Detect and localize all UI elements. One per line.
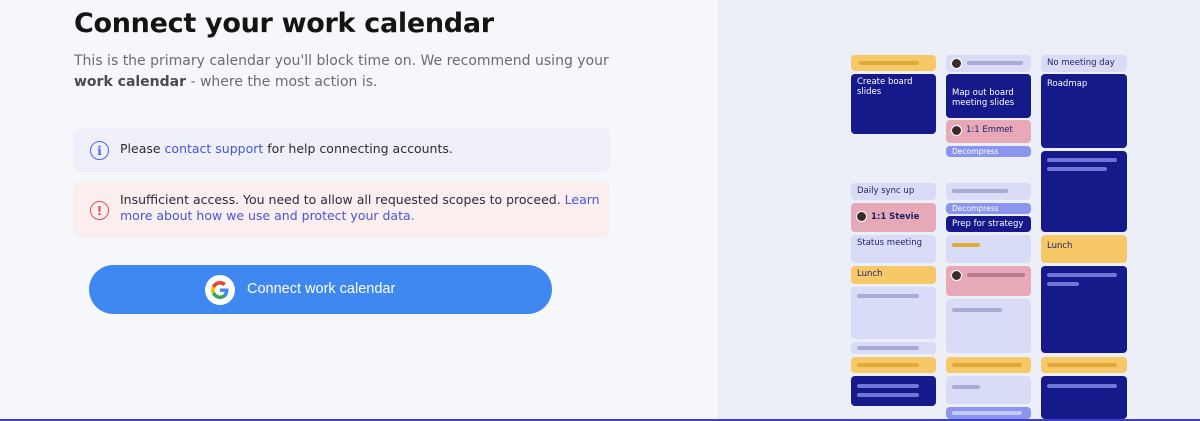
contact-support-link[interactable]: contact support xyxy=(165,141,264,156)
event-lunch: Lunch xyxy=(1041,235,1127,263)
event-placeholder xyxy=(946,183,1031,200)
event-decompress: Decompress xyxy=(946,146,1031,157)
event-placeholder xyxy=(946,235,1031,263)
event-emmet: 1:1 Emmet xyxy=(946,120,1031,143)
event-lunch: Lunch xyxy=(851,266,936,284)
event-status-meeting: Status meeting xyxy=(851,235,936,263)
event-create-board-slides: Create board slides xyxy=(851,74,936,134)
event-placeholder xyxy=(946,376,1031,404)
avatar xyxy=(951,125,962,136)
info-text: Please contact support for help connecti… xyxy=(120,141,453,156)
event-decompress: Decompress xyxy=(946,203,1031,214)
connect-button-label: Connect work calendar xyxy=(247,281,396,297)
event-placeholder xyxy=(851,287,936,339)
page-subtitle: This is the primary calendar you'll bloc… xyxy=(74,53,609,90)
event-placeholder xyxy=(851,342,936,354)
event-placeholder xyxy=(1041,151,1127,232)
event-placeholder xyxy=(946,407,1031,419)
event-placeholder xyxy=(851,376,936,406)
avatar xyxy=(951,270,962,281)
error-banner: ! Insufficient access. You need to allow… xyxy=(73,181,610,238)
event-placeholder xyxy=(1041,357,1127,373)
info-banner: i Please contact support for help connec… xyxy=(73,128,610,172)
error-icon: ! xyxy=(90,201,109,220)
connect-work-calendar-button[interactable]: Connect work calendar xyxy=(89,265,552,314)
event-placeholder xyxy=(851,357,936,373)
event-placeholder xyxy=(946,55,1031,72)
event-placeholder xyxy=(1041,266,1127,353)
info-icon: i xyxy=(90,141,109,160)
event-map-out-board-meeting-slides: Map out board meeting slides xyxy=(946,74,1031,118)
event-placeholder xyxy=(946,357,1031,373)
event-prep-for-strategy: Prep for strategy xyxy=(946,216,1031,232)
left-panel: Connect your work calendar This is the p… xyxy=(0,0,718,421)
calendar-illustration: Create board slides Daily sync up 1:1 St… xyxy=(718,0,1200,421)
subtitle-emphasis: work calendar xyxy=(74,74,187,90)
page-title: Connect your work calendar xyxy=(74,8,494,39)
event-placeholder xyxy=(946,266,1031,296)
event-placeholder xyxy=(851,55,936,71)
avatar xyxy=(951,58,962,69)
event-stevie: 1:1 Stevie xyxy=(851,203,936,232)
event-daily-sync-up: Daily sync up xyxy=(851,183,936,200)
event-placeholder xyxy=(1041,376,1127,419)
event-roadmap: Roadmap xyxy=(1041,74,1127,148)
event-placeholder xyxy=(946,299,1031,353)
event-no-meeting-day: No meeting day xyxy=(1041,55,1127,72)
error-text: Insufficient access. You need to allow a… xyxy=(120,192,600,223)
avatar xyxy=(856,211,867,222)
google-icon xyxy=(205,275,235,305)
